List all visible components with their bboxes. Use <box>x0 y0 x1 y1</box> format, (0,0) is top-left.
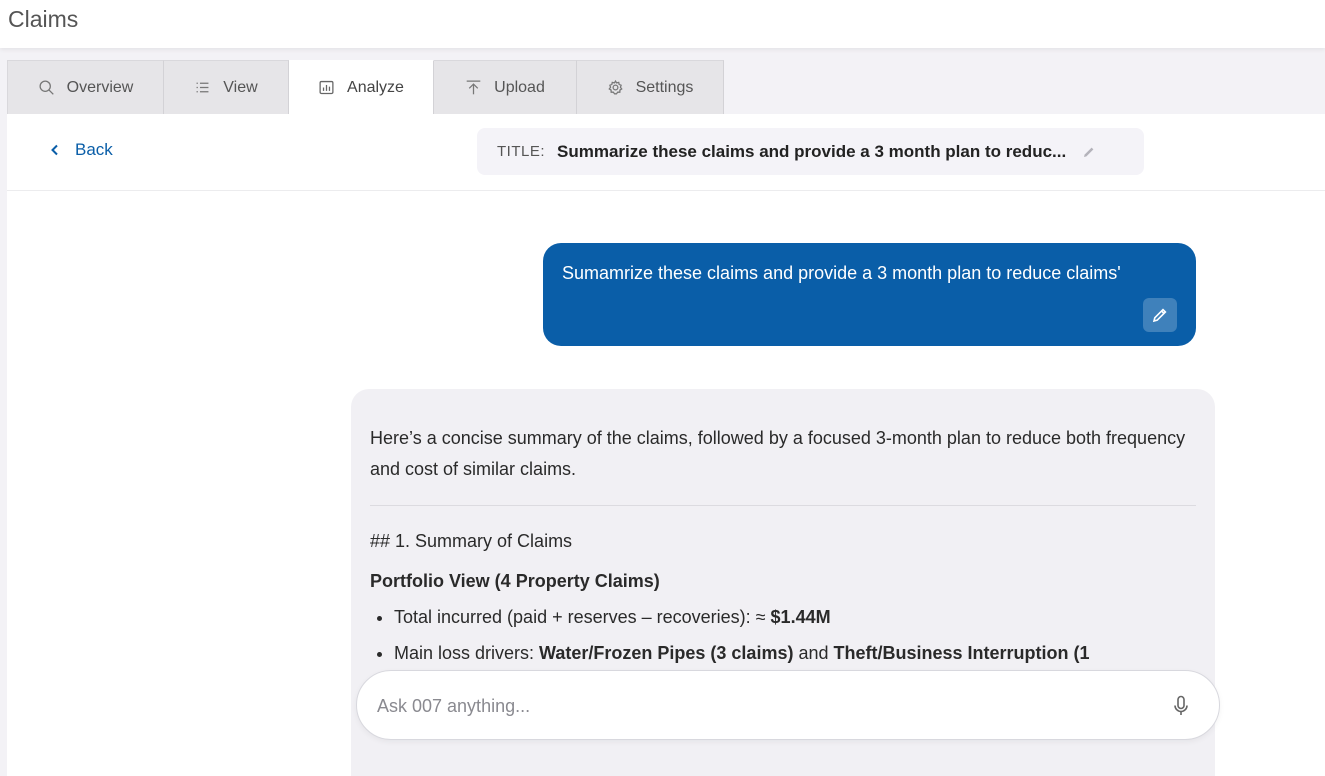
tab-overview[interactable]: Overview <box>7 60 164 114</box>
assistant-heading: ## 1. Summary of Claims <box>370 531 573 551</box>
edit-title-icon[interactable] <box>1082 145 1096 159</box>
app-header: Claims <box>0 0 1325 48</box>
search-icon <box>39 80 54 95</box>
microphone-button[interactable] <box>1169 693 1193 719</box>
chevron-left-icon <box>51 144 58 156</box>
chat-input-box <box>356 670 1220 740</box>
summary-list: Total incurred (paid + reserves – recove… <box>370 602 1196 668</box>
assistant-message-content: Here’s a concise summary of the claims, … <box>370 423 1196 674</box>
upload-icon <box>466 80 481 95</box>
list-icon <box>196 82 209 93</box>
user-message-text: Sumamrize these claims and provide a 3 m… <box>562 263 1121 283</box>
conversation-header: Back TITLE: Summarize these claims and p… <box>7 114 1325 191</box>
tab-label: Upload <box>494 78 545 96</box>
tab-settings[interactable]: Settings <box>577 60 724 114</box>
assistant-subheading: Portfolio View (4 Property Claims) <box>370 571 660 591</box>
list-item: Total incurred (paid + reserves – recove… <box>394 602 1196 632</box>
tab-analyze[interactable]: Analyze <box>289 60 434 114</box>
tab-label: Overview <box>66 78 134 96</box>
pencil-icon <box>1152 308 1167 323</box>
microphone-icon <box>1174 695 1188 715</box>
analyze-panel: Back TITLE: Summarize these claims and p… <box>7 114 1325 776</box>
tab-label: Analyze <box>347 78 404 96</box>
edit-message-button[interactable] <box>1143 298 1177 332</box>
tab-view[interactable]: View <box>164 60 289 114</box>
conversation-title[interactable]: TITLE: Summarize these claims and provid… <box>477 128 1144 175</box>
tab-label: View <box>223 78 258 96</box>
tab-upload[interactable]: Upload <box>434 60 577 114</box>
divider <box>370 505 1196 506</box>
gear-icon <box>607 79 623 95</box>
chat-input[interactable] <box>377 689 1137 723</box>
tab-bar: Overview View Analyze Upload Settings <box>7 60 724 114</box>
back-button[interactable]: Back <box>49 140 113 160</box>
user-message-bubble: Sumamrize these claims and provide a 3 m… <box>543 243 1196 346</box>
app-title: Claims <box>8 6 79 32</box>
assistant-intro: Here’s a concise summary of the claims, … <box>370 428 1186 479</box>
title-label: TITLE: <box>497 143 546 160</box>
bar-chart-icon <box>319 80 334 95</box>
title-value: Summarize these claims and provide a 3 m… <box>557 141 1067 161</box>
back-label: Back <box>75 140 113 159</box>
tab-label: Settings <box>635 78 694 96</box>
list-item: Main loss drivers: Water/Frozen Pipes (3… <box>394 638 1196 668</box>
